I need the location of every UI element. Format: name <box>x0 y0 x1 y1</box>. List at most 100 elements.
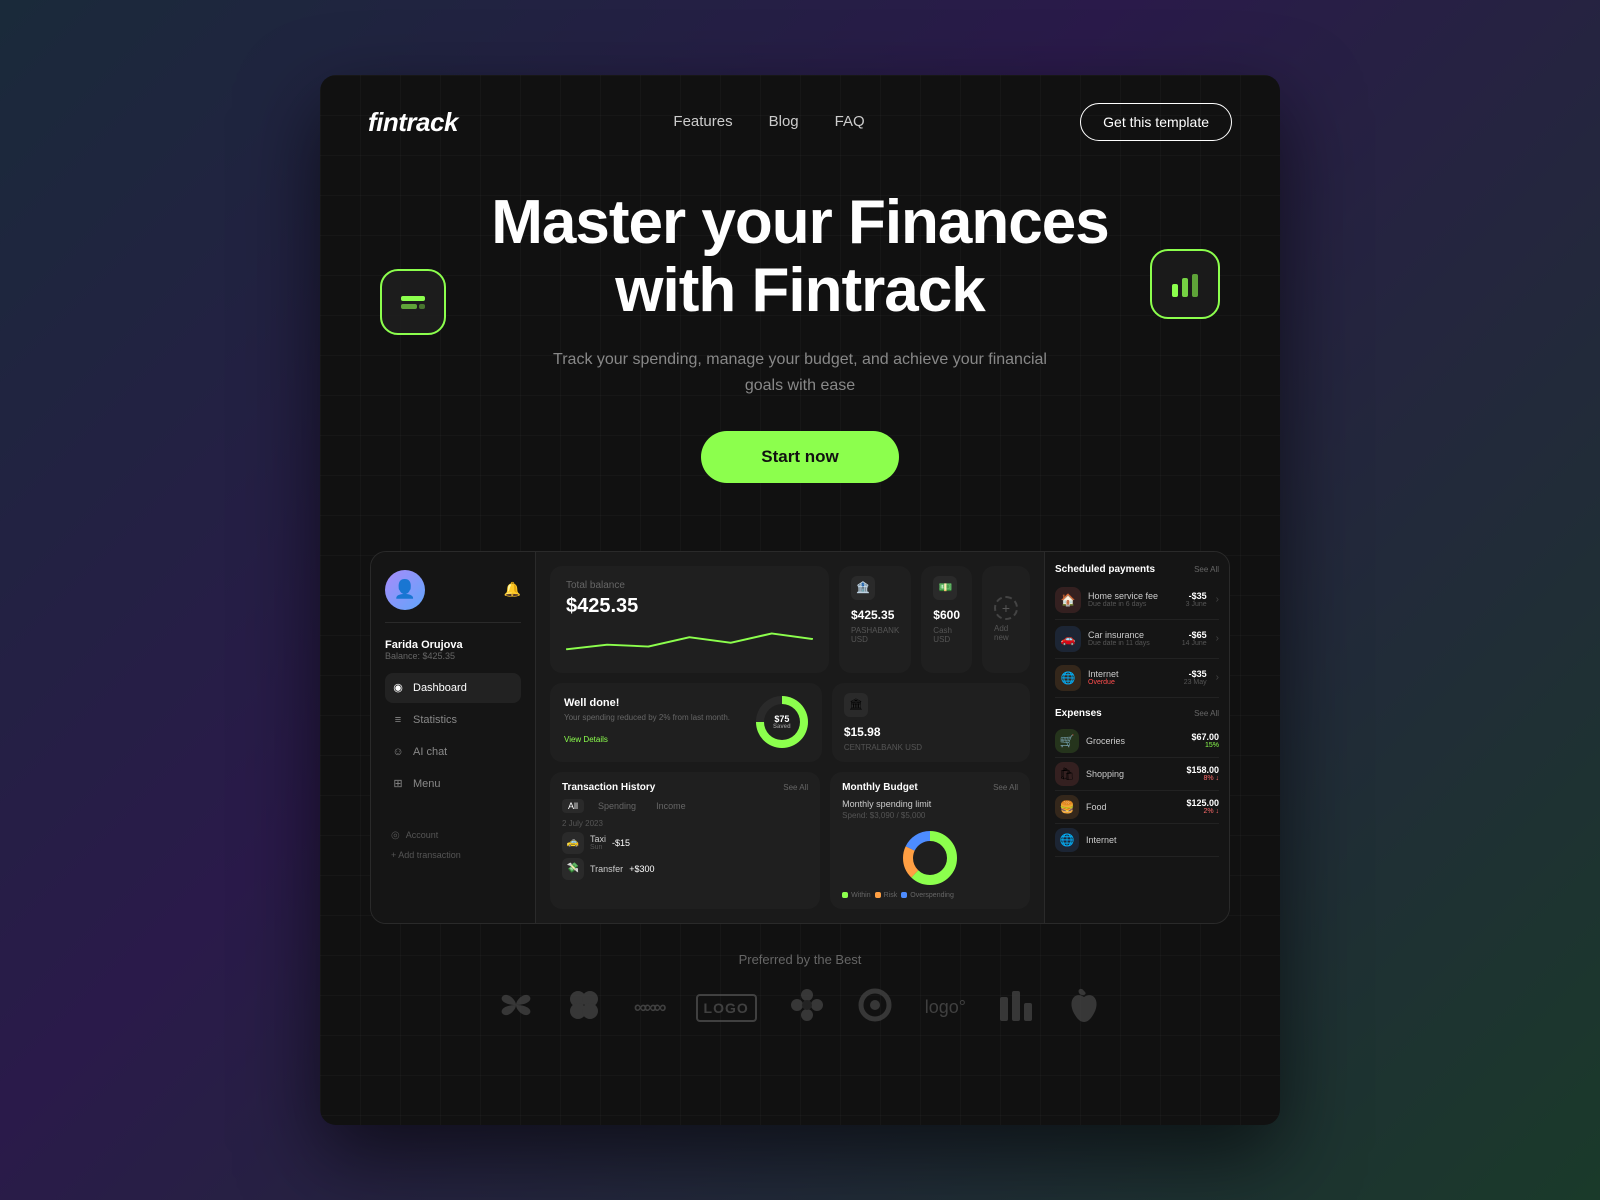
welldone-title: Well done! <box>564 697 730 709</box>
internet-expense-icon: 🌐 <box>1055 828 1079 852</box>
brand-logo-7: logo° <box>925 997 966 1018</box>
brand-logo-4: LOGO <box>696 994 757 1022</box>
db-avatar: 👤 <box>385 570 425 610</box>
db-middle-row: Well done! Your spending reduced by 2% f… <box>550 683 1030 762</box>
db-balance-card: Total balance $425.35 <box>550 566 829 673</box>
expenses-section: Expenses See All 🛒 Groceries $67.00 15% … <box>1055 708 1219 857</box>
taxi-icon: 🚕 <box>562 832 584 854</box>
hero-subtitle: Track your spending, manage your budget,… <box>550 347 1050 398</box>
home-service-icon: 🏠 <box>1055 587 1081 613</box>
tab-spending[interactable]: Spending <box>592 799 642 813</box>
nav-faq[interactable]: FAQ <box>835 113 865 130</box>
internet-name: Internet <box>1088 669 1177 679</box>
car-insurance-amount: -$65 <box>1182 630 1207 640</box>
expenses-see-all[interactable]: See All <box>1194 709 1219 718</box>
get-template-button[interactable]: Get this template <box>1080 103 1232 141</box>
logos-row: ∞∞∞ LOGO logo° <box>368 987 1232 1029</box>
db-balance-label: Total balance <box>566 580 813 591</box>
scheduled-see-all[interactable]: See All <box>1194 565 1219 574</box>
db-bell: 🔔 <box>504 581 521 598</box>
table-row: 🚕 Taxi Sun -$15 <box>562 832 808 854</box>
food-amount: $125.00 <box>1186 798 1219 808</box>
cash-icon: 💵 <box>933 576 957 600</box>
home-service-date: 3 June <box>1186 601 1207 608</box>
shopping-name: Shopping <box>1086 769 1179 779</box>
scheduled-payments-section: Scheduled payments See All 🏠 Home servic… <box>1055 564 1219 698</box>
savings-label: Saved <box>773 724 791 730</box>
db-menu-menu[interactable]: ⊞ Menu <box>385 769 521 799</box>
tab-income[interactable]: Income <box>650 799 692 813</box>
txn-taxi-name: Taxi <box>590 834 606 844</box>
cash-amount: $600 <box>933 608 960 622</box>
scheduled-title: Scheduled payments <box>1055 564 1155 575</box>
food-name: Food <box>1086 802 1179 812</box>
db-welldone-card: Well done! Your spending reduced by 2% f… <box>550 683 822 762</box>
db-user-balance: Balance: $425.35 <box>385 651 521 661</box>
statistics-icon: ≡ <box>391 713 405 727</box>
list-item: 🚗 Car insurance Due date in 11 days -$65… <box>1055 620 1219 659</box>
hero-section: Master your Finances with Fintrack Track… <box>320 169 1280 483</box>
brand-logo: fintrack <box>368 107 458 138</box>
internet-date: 23 May <box>1184 679 1207 686</box>
nav-links: Features Blog FAQ <box>673 113 864 131</box>
txn-transfer-amount: +$300 <box>629 864 654 874</box>
txn-title: Transaction History <box>562 782 655 793</box>
groceries-icon: 🛒 <box>1055 729 1079 753</box>
centralbank-amount: $15.98 <box>844 725 1018 739</box>
list-item: 🌐 Internet Overdue -$35 23 May › <box>1055 659 1219 698</box>
dashboard-preview: 👤 🔔 Farida Orujova Balance: $425.35 ◉ Da… <box>370 551 1230 924</box>
brand-logo-3: ∞∞∞ <box>634 997 664 1018</box>
db-top-row: Total balance $425.35 🏦 $425.35 PASHABAN… <box>550 566 1030 673</box>
db-sidebar: 👤 🔔 Farida Orujova Balance: $425.35 ◉ Da… <box>371 552 536 923</box>
db-account-cards: 🏦 $425.35 PASHABANK USD 💵 $600 Cash USD … <box>839 566 1030 673</box>
expenses-title: Expenses <box>1055 708 1102 719</box>
float-icon-left <box>380 269 446 335</box>
preferred-section: Preferred by the Best <box>320 924 1280 1049</box>
brand-logo-2 <box>566 987 602 1029</box>
start-now-button[interactable]: Start now <box>701 431 898 483</box>
db-main: Total balance $425.35 🏦 $425.35 PASHABAN… <box>536 552 1044 923</box>
brand-logo-1 <box>498 987 534 1029</box>
db-add-new-card[interactable]: + Add new <box>982 566 1030 673</box>
brand-logo-8 <box>998 987 1034 1029</box>
pashabank-amount: $425.35 <box>851 608 899 622</box>
groceries-name: Groceries <box>1086 736 1184 746</box>
pashabank-icon: 🏦 <box>851 576 875 600</box>
savings-amount: $75 <box>774 714 789 724</box>
db-menu-dashboard[interactable]: ◉ Dashboard <box>385 673 521 703</box>
groceries-pct: 15% <box>1191 742 1219 749</box>
car-insurance-due: Due date in 11 days <box>1088 640 1175 647</box>
db-add-transaction[interactable]: + Add transaction <box>385 846 521 864</box>
legend-overspending: Overspending <box>901 892 954 899</box>
sparkline-chart <box>566 626 813 654</box>
brand-logo-5 <box>789 987 825 1029</box>
txn-transfer-name: Transfer <box>590 864 623 874</box>
add-circle-icon: + <box>994 596 1018 620</box>
menu-icon: ⊞ <box>391 777 405 791</box>
db-user-name: Farida Orujova <box>385 639 521 651</box>
cash-label: Cash USD <box>933 626 960 644</box>
shopping-icon: 🛍 <box>1055 762 1079 786</box>
nav-blog[interactable]: Blog <box>769 113 799 130</box>
txn-see-all[interactable]: See All <box>783 783 808 792</box>
aichat-icon: ☺ <box>391 745 405 759</box>
internet-amount: -$35 <box>1184 669 1207 679</box>
db-acct-cash: 💵 $600 Cash USD <box>921 566 972 673</box>
groceries-amount: $67.00 <box>1191 732 1219 742</box>
welldone-link[interactable]: View Details <box>564 735 608 744</box>
home-service-due: Due date in 6 days <box>1088 601 1179 608</box>
db-menu-aichat[interactable]: ☺ AI chat <box>385 737 521 767</box>
food-pct: 2% ↓ <box>1186 808 1219 815</box>
nav-features[interactable]: Features <box>673 113 732 130</box>
legend-risk: Risk <box>875 892 898 899</box>
home-service-chevron: › <box>1216 594 1219 605</box>
list-item: 🌐 Internet <box>1055 824 1219 857</box>
car-insurance-date: 14 June <box>1182 640 1207 647</box>
float-icon-right <box>1150 249 1220 319</box>
centralbank-label: CENTRALBANK USD <box>844 743 1018 752</box>
budget-see-all[interactable]: See All <box>993 783 1018 792</box>
home-service-name: Home service fee <box>1088 591 1179 601</box>
db-menu-statistics[interactable]: ≡ Statistics <box>385 705 521 735</box>
tab-all[interactable]: All <box>562 799 584 813</box>
list-item: 🛒 Groceries $67.00 15% <box>1055 725 1219 758</box>
